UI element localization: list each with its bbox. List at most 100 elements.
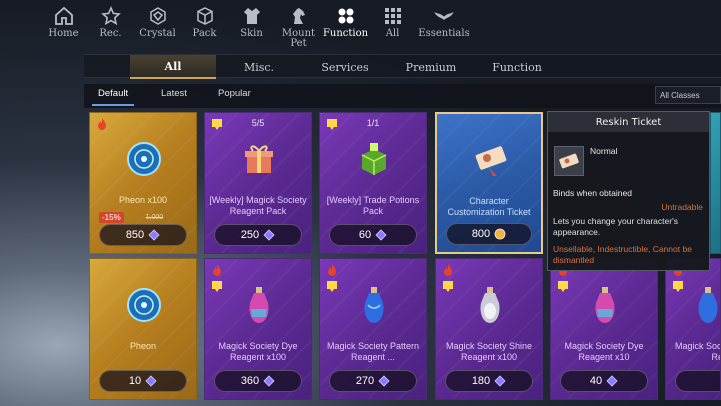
price-value: 270 bbox=[355, 375, 375, 387]
royal-crystal-icon bbox=[263, 375, 275, 387]
nav-home[interactable]: Home bbox=[40, 0, 87, 52]
home-icon bbox=[53, 5, 75, 27]
pheon-orb-icon bbox=[124, 139, 164, 179]
hot-flame-icon bbox=[96, 118, 108, 130]
silver-potion-icon bbox=[470, 285, 510, 325]
product-card-dye-reagent-x10[interactable]: Magick Society Dye Reagent x10 40 bbox=[550, 258, 658, 400]
price-button[interactable]: 10 bbox=[99, 370, 187, 392]
nav-rec-label: Rec. bbox=[99, 28, 122, 39]
green-pack-icon bbox=[354, 139, 394, 179]
royal-crystal-icon bbox=[263, 229, 275, 241]
crystal-icon bbox=[147, 5, 169, 27]
price-value: 850 bbox=[125, 229, 145, 241]
star-icon bbox=[100, 5, 122, 27]
product-card-weekly-reagent-pack[interactable]: 5/5 [Weekly] Magick Society Reagent Pack… bbox=[204, 112, 312, 254]
product-card-pheon-x100[interactable]: Pheon x100 -15% 1,000 850 bbox=[89, 112, 197, 254]
purchase-limit: 1/1 bbox=[366, 118, 380, 128]
product-name: Character Customization Ticket bbox=[447, 196, 531, 217]
nav-function-label: Function bbox=[322, 28, 369, 39]
pack-icon bbox=[194, 5, 216, 27]
product-card-weekly-trade-potions[interactable]: 1/1 [Weekly] Trade Potions Pack 60 bbox=[319, 112, 427, 254]
nav-essentials-label: Essentials bbox=[418, 28, 470, 39]
product-name: Magick Society Pattern Reagent ... bbox=[326, 341, 420, 362]
price-button[interactable]: 360 bbox=[214, 370, 302, 392]
rainbow-potion-icon bbox=[585, 285, 625, 325]
product-name: Pheon bbox=[129, 341, 157, 351]
price-button[interactable]: 60 bbox=[329, 224, 417, 246]
price-value: 360 bbox=[240, 375, 260, 387]
price-value: 60 bbox=[358, 229, 372, 241]
tab-premium[interactable]: Premium bbox=[388, 55, 474, 79]
sort-bar: Default Latest Popular All Classes bbox=[84, 84, 721, 108]
nav-all-label: All bbox=[385, 28, 400, 39]
royal-crystal-icon bbox=[378, 375, 390, 387]
tab-misc[interactable]: Misc. bbox=[216, 55, 302, 79]
function-icon bbox=[335, 5, 357, 27]
sort-latest[interactable]: Latest bbox=[161, 88, 187, 99]
price-button[interactable]: 800 bbox=[446, 223, 532, 245]
hot-flame-icon bbox=[442, 264, 454, 276]
original-price: 1,000 bbox=[145, 214, 164, 221]
weekly-limit-icon bbox=[211, 279, 223, 292]
tab-function[interactable]: Function bbox=[474, 55, 560, 79]
product-card-dye-reagent-x100[interactable]: Magick Society Dye Reagent x100 360 bbox=[204, 258, 312, 400]
nav-all[interactable]: All bbox=[369, 0, 416, 52]
sort-popular[interactable]: Popular bbox=[218, 88, 251, 99]
product-card-partial[interactable] bbox=[710, 112, 721, 254]
wings-icon bbox=[433, 5, 455, 27]
product-name: Magick Society Pattern Re... bbox=[674, 341, 721, 362]
nav-recommended[interactable]: Rec. bbox=[87, 0, 134, 52]
product-card-pattern-reagent-partial[interactable]: Magick Society Pattern Re... bbox=[665, 258, 721, 400]
price-button[interactable]: 180 bbox=[445, 370, 533, 392]
item-tooltip: Reskin Ticket Normal Binds when obtained… bbox=[547, 111, 710, 271]
hot-flame-icon bbox=[211, 264, 223, 276]
pheon-orb-icon bbox=[124, 285, 164, 325]
tab-all[interactable]: All bbox=[130, 55, 216, 79]
tooltip-untradable: Untradable bbox=[661, 202, 703, 212]
product-card-pheon[interactable]: Pheon 10 bbox=[89, 258, 197, 400]
mount-icon bbox=[288, 5, 310, 27]
product-card-shine-reagent[interactable]: Magick Society Shine Reagent x100 180 bbox=[435, 258, 543, 400]
class-filter-dropdown[interactable]: All Classes bbox=[655, 86, 721, 104]
nav-home-label: Home bbox=[48, 28, 79, 39]
blue-potion-icon bbox=[354, 285, 394, 325]
nav-essentials[interactable]: Essentials bbox=[416, 0, 472, 52]
discount-row: -15% 1,000 bbox=[99, 212, 163, 223]
nav-function[interactable]: Function bbox=[322, 0, 369, 52]
product-name: [Weekly] Trade Potions Pack bbox=[326, 195, 420, 216]
product-name: Magick Society Shine Reagent x100 bbox=[445, 341, 533, 362]
nav-mount-pet[interactable]: Mount Pet bbox=[275, 0, 322, 52]
price-value: 800 bbox=[471, 228, 491, 240]
nav-pack[interactable]: Pack bbox=[181, 0, 228, 52]
tooltip-title: Reskin Ticket bbox=[548, 112, 709, 132]
tab-services[interactable]: Services bbox=[302, 55, 388, 79]
weekly-limit-icon bbox=[326, 279, 338, 292]
product-name: Pheon x100 bbox=[118, 195, 168, 205]
product-card-pattern-reagent[interactable]: Magick Society Pattern Reagent ... 270 bbox=[319, 258, 427, 400]
price-button[interactable]: 40 bbox=[560, 370, 648, 392]
price-value: 10 bbox=[128, 375, 142, 387]
nav-skin-label: Skin bbox=[240, 28, 263, 39]
weekly-limit-icon bbox=[672, 279, 684, 292]
weekly-limit-icon bbox=[442, 279, 454, 292]
gift-box-icon bbox=[239, 139, 279, 179]
grid-icon bbox=[382, 5, 404, 27]
product-name: Magick Society Dye Reagent x10 bbox=[564, 341, 644, 362]
nav-crystal[interactable]: Crystal bbox=[134, 0, 181, 52]
price-button[interactable]: 250 bbox=[214, 224, 302, 246]
royal-crystal-icon bbox=[148, 229, 160, 241]
ticket-thumbnail-icon bbox=[554, 146, 584, 176]
sort-default[interactable]: Default bbox=[91, 88, 135, 106]
nav-crystal-label: Crystal bbox=[139, 28, 176, 39]
nav-mount-label: Mount Pet bbox=[281, 28, 316, 49]
weekly-limit-icon bbox=[557, 279, 569, 292]
nav-skin[interactable]: Skin bbox=[228, 0, 275, 52]
royal-crystal-icon bbox=[145, 375, 157, 387]
price-value: 250 bbox=[240, 229, 260, 241]
price-button[interactable]: 850 bbox=[99, 224, 187, 246]
tooltip-bind-info: Binds when obtained bbox=[553, 188, 632, 198]
royal-crystal-icon bbox=[375, 229, 387, 241]
product-card-customization-ticket[interactable]: Character Customization Ticket 800 bbox=[435, 112, 543, 254]
price-button[interactable] bbox=[675, 370, 720, 392]
price-button[interactable]: 270 bbox=[329, 370, 417, 392]
